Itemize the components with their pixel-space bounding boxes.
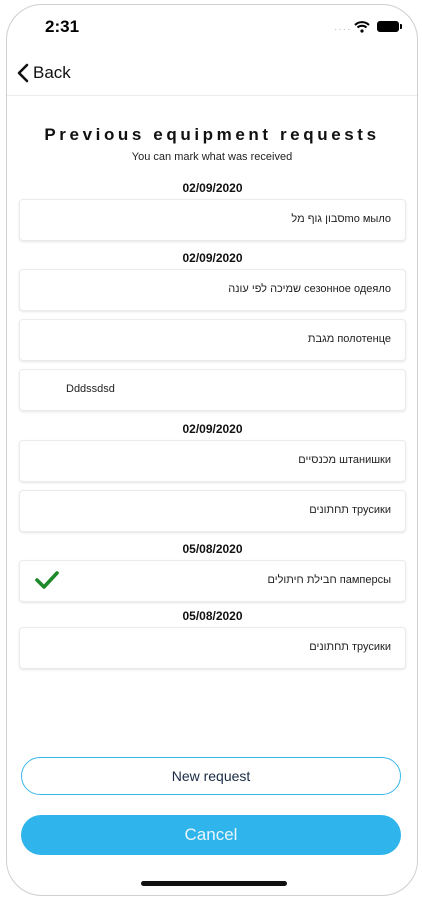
request-date: 05/08/2020 (182, 609, 243, 623)
back-label: Back (33, 63, 71, 82)
request-date: 02/09/2020 (182, 422, 243, 436)
request-item[interactable]: סבון גוף מלmo мыло (19, 199, 406, 241)
status-bar: 2:31 ···· (7, 5, 417, 49)
status-time: 2:31 (45, 17, 80, 36)
request-item-label: Dddssdsd (66, 383, 115, 395)
nav-bar: Back (7, 49, 417, 96)
request-item-label: שמיכה לפי עונה сезонное одеяло (228, 283, 391, 295)
request-item-label: מכנסיים штанишки (298, 454, 391, 466)
back-button[interactable]: Back (17, 59, 71, 87)
request-group: 02/09/2020 מכנסיים штанишки תחתונים трус… (19, 422, 406, 536)
request-item[interactable]: חבילת חיתולים памперсы (19, 560, 406, 602)
request-date: 05/08/2020 (182, 542, 243, 556)
request-item-label: תחתונים трусики (309, 641, 391, 653)
checkmark-icon[interactable] (34, 570, 60, 595)
signal-icon: ···· (334, 24, 352, 35)
request-item[interactable]: Dddssdsd (19, 369, 406, 411)
request-date: 02/09/2020 (182, 181, 243, 195)
request-item[interactable]: שמיכה לפי עונה сезонное одеяло (19, 269, 406, 311)
request-item-label: תחתונים трусики (309, 504, 391, 516)
request-group: 05/08/2020 חבילת חיתולים памперсы (19, 542, 406, 606)
page-title: Previous equipment requests (44, 125, 380, 144)
new-request-button[interactable]: New request (21, 757, 401, 795)
battery-icon (377, 21, 402, 32)
phone-screen: 2:31 ···· Back Previous equipment reques… (6, 4, 418, 896)
page-subtitle: You can mark what was received (131, 151, 293, 163)
request-date: 02/09/2020 (182, 251, 243, 265)
request-group: 05/08/2020 תחתונים трусики (19, 609, 406, 673)
request-item-label: מגבת полотенце (307, 333, 391, 345)
chevron-left-icon (17, 63, 29, 83)
request-item[interactable]: מכנסיים штанишки (19, 440, 406, 482)
cancel-button[interactable]: Cancel (21, 815, 401, 855)
request-item-label: סבון גוף מלmo мыло (291, 213, 391, 225)
home-indicator[interactable] (141, 881, 287, 886)
request-group: 02/09/2020 שמיכה לפי עונה сезонное одеял… (19, 251, 406, 415)
request-item[interactable]: תחתונים трусики (19, 627, 406, 669)
request-item[interactable]: תחתונים трусики (19, 490, 406, 532)
request-group: 02/09/2020 סבון גוף מלmo мыло (19, 181, 406, 245)
wifi-icon (354, 20, 370, 38)
request-item-label: חבילת חיתולים памперсы (267, 574, 392, 586)
request-item[interactable]: מגבת полотенце (19, 319, 406, 361)
